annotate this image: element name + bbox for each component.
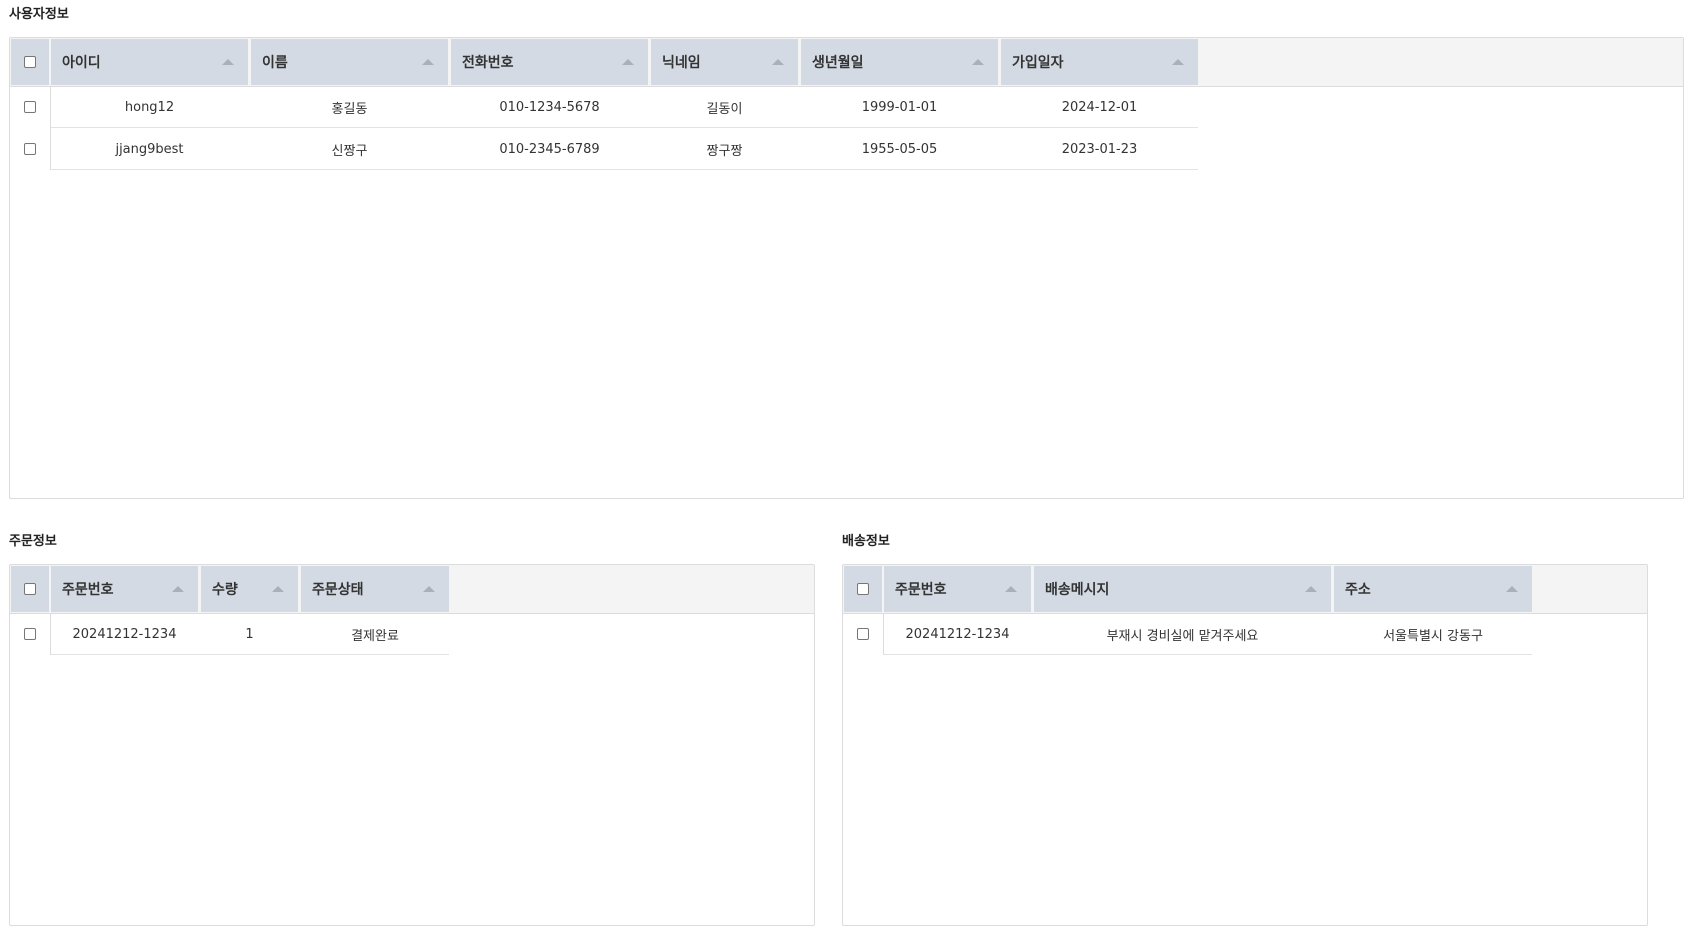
delivery-column-label: 주소	[1345, 582, 1371, 598]
order-table-cell: 20241212-1234	[72, 626, 177, 642]
order-select-all-cell	[11, 566, 49, 612]
order-table-cell: 1	[245, 626, 254, 642]
user-row-checkbox[interactable]	[24, 143, 36, 155]
user-table-cell: jjang9best	[115, 141, 184, 157]
user-column-header[interactable]: 생년월일	[801, 39, 998, 85]
delivery-table-cell: 서울특별시 강동구	[1383, 628, 1483, 644]
delivery-checkbox-column-divider	[883, 613, 884, 655]
sort-ascending-icon[interactable]	[222, 59, 234, 65]
user-column-label: 생년월일	[812, 55, 864, 71]
delivery-table-cell: 부재시 경비실에 맡겨주세요	[1106, 628, 1259, 644]
delivery-table-cell: 20241212-1234	[905, 626, 1010, 642]
order-checkbox-column-divider	[50, 613, 51, 655]
user-table-cell: 2023-01-23	[1061, 141, 1138, 157]
sort-ascending-icon[interactable]	[1005, 586, 1017, 592]
delivery-select-all-cell	[844, 566, 882, 612]
delivery-grid-header: 주문번호 배송메시지 주소	[843, 565, 1647, 614]
delivery-column-header[interactable]: 주문번호	[884, 566, 1031, 612]
order-column-label: 주문번호	[62, 582, 114, 598]
delivery-row-divider	[883, 654, 1532, 655]
order-column-header[interactable]: 주문번호	[51, 566, 198, 612]
delivery-grid: 주문번호 배송메시지 주소 20241212-1234 부재시 경비실에 맡겨주세요 서울…	[842, 564, 1648, 926]
sort-ascending-icon[interactable]	[1506, 586, 1518, 592]
user-table-cell: 신짱구	[331, 143, 368, 159]
delivery-table-row[interactable]: 20241212-1234 부재시 경비실에 맡겨주세요 서울특별시 강동구	[843, 613, 1532, 655]
user-table-row[interactable]: hong12 홍길동 010-1234-5678 길동이 1999-01-01 2024-…	[10, 86, 1198, 128]
order-table-cell: 결제완료	[351, 628, 399, 644]
delivery-row-checkbox-cell	[843, 613, 883, 655]
sort-ascending-icon[interactable]	[772, 59, 784, 65]
order-row-divider	[50, 654, 449, 655]
user-table-cell: 길동이	[706, 101, 743, 117]
delivery-column-label: 배송메시지	[1045, 582, 1110, 598]
sort-ascending-icon[interactable]	[622, 59, 634, 65]
user-checkbox-column-divider	[50, 86, 51, 170]
order-column-label: 수량	[212, 582, 238, 598]
order-select-all-checkbox[interactable]	[24, 583, 36, 595]
order-grid-header: 주문번호 수량 주문상태	[10, 565, 814, 614]
user-section-title: 사용자정보	[9, 7, 69, 22]
user-row-checkbox[interactable]	[24, 101, 36, 113]
user-grid: 아이디 이름 전화번호 닉네임 생년월일 가입일자 hong12 홍길동 010-1234-56…	[9, 37, 1684, 499]
delivery-column-header[interactable]: 배송메시지	[1034, 566, 1331, 612]
order-column-header[interactable]: 주문상태	[301, 566, 449, 612]
user-column-label: 닉네임	[662, 55, 701, 71]
order-grid: 주문번호 수량 주문상태 20241212-1234 1 결제완료	[9, 564, 815, 926]
delivery-column-header[interactable]: 주소	[1334, 566, 1532, 612]
user-table-cell: 홍길동	[331, 101, 368, 117]
user-table-cell: 1955-05-05	[861, 141, 938, 157]
sort-ascending-icon[interactable]	[422, 59, 434, 65]
order-section-title: 주문정보	[9, 534, 57, 549]
order-column-header[interactable]: 수량	[201, 566, 298, 612]
sort-ascending-icon[interactable]	[1305, 586, 1317, 592]
user-row-checkbox-cell	[10, 86, 50, 128]
order-table-row[interactable]: 20241212-1234 1 결제완료	[10, 613, 449, 655]
user-table-cell: hong12	[124, 99, 175, 115]
user-column-header[interactable]: 닉네임	[651, 39, 798, 85]
user-row-divider	[50, 169, 1198, 170]
delivery-select-all-checkbox[interactable]	[857, 583, 869, 595]
sort-ascending-icon[interactable]	[423, 586, 435, 592]
user-select-all-checkbox[interactable]	[24, 56, 36, 68]
sort-ascending-icon[interactable]	[272, 586, 284, 592]
user-column-label: 이름	[262, 55, 288, 71]
sort-ascending-icon[interactable]	[1172, 59, 1184, 65]
delivery-section-title: 배송정보	[842, 534, 890, 549]
user-column-header[interactable]: 전화번호	[451, 39, 648, 85]
user-column-header[interactable]: 아이디	[51, 39, 248, 85]
order-column-label: 주문상태	[312, 582, 364, 598]
delivery-column-label: 주문번호	[895, 582, 947, 598]
order-row-checkbox[interactable]	[24, 628, 36, 640]
user-row-checkbox-cell	[10, 128, 50, 170]
user-column-header[interactable]: 이름	[251, 39, 448, 85]
user-table-cell: 010-2345-6789	[499, 141, 600, 157]
sort-ascending-icon[interactable]	[172, 586, 184, 592]
user-column-label: 전화번호	[462, 55, 514, 71]
user-table-cell: 010-1234-5678	[499, 99, 600, 115]
order-row-checkbox-cell	[10, 613, 50, 655]
delivery-row-checkbox[interactable]	[857, 628, 869, 640]
user-table-row[interactable]: jjang9best 신짱구 010-2345-6789 짱구짱 1955-05-05 2…	[10, 128, 1198, 170]
user-select-all-cell	[11, 39, 49, 85]
user-table-cell: 1999-01-01	[861, 99, 938, 115]
user-table-cell: 2024-12-01	[1061, 99, 1138, 115]
sort-ascending-icon[interactable]	[972, 59, 984, 65]
user-column-label: 아이디	[62, 55, 101, 71]
user-column-label: 가입일자	[1012, 55, 1064, 71]
user-table-cell: 짱구짱	[706, 143, 743, 159]
user-grid-header: 아이디 이름 전화번호 닉네임 생년월일 가입일자	[10, 38, 1683, 87]
user-column-header[interactable]: 가입일자	[1001, 39, 1198, 85]
